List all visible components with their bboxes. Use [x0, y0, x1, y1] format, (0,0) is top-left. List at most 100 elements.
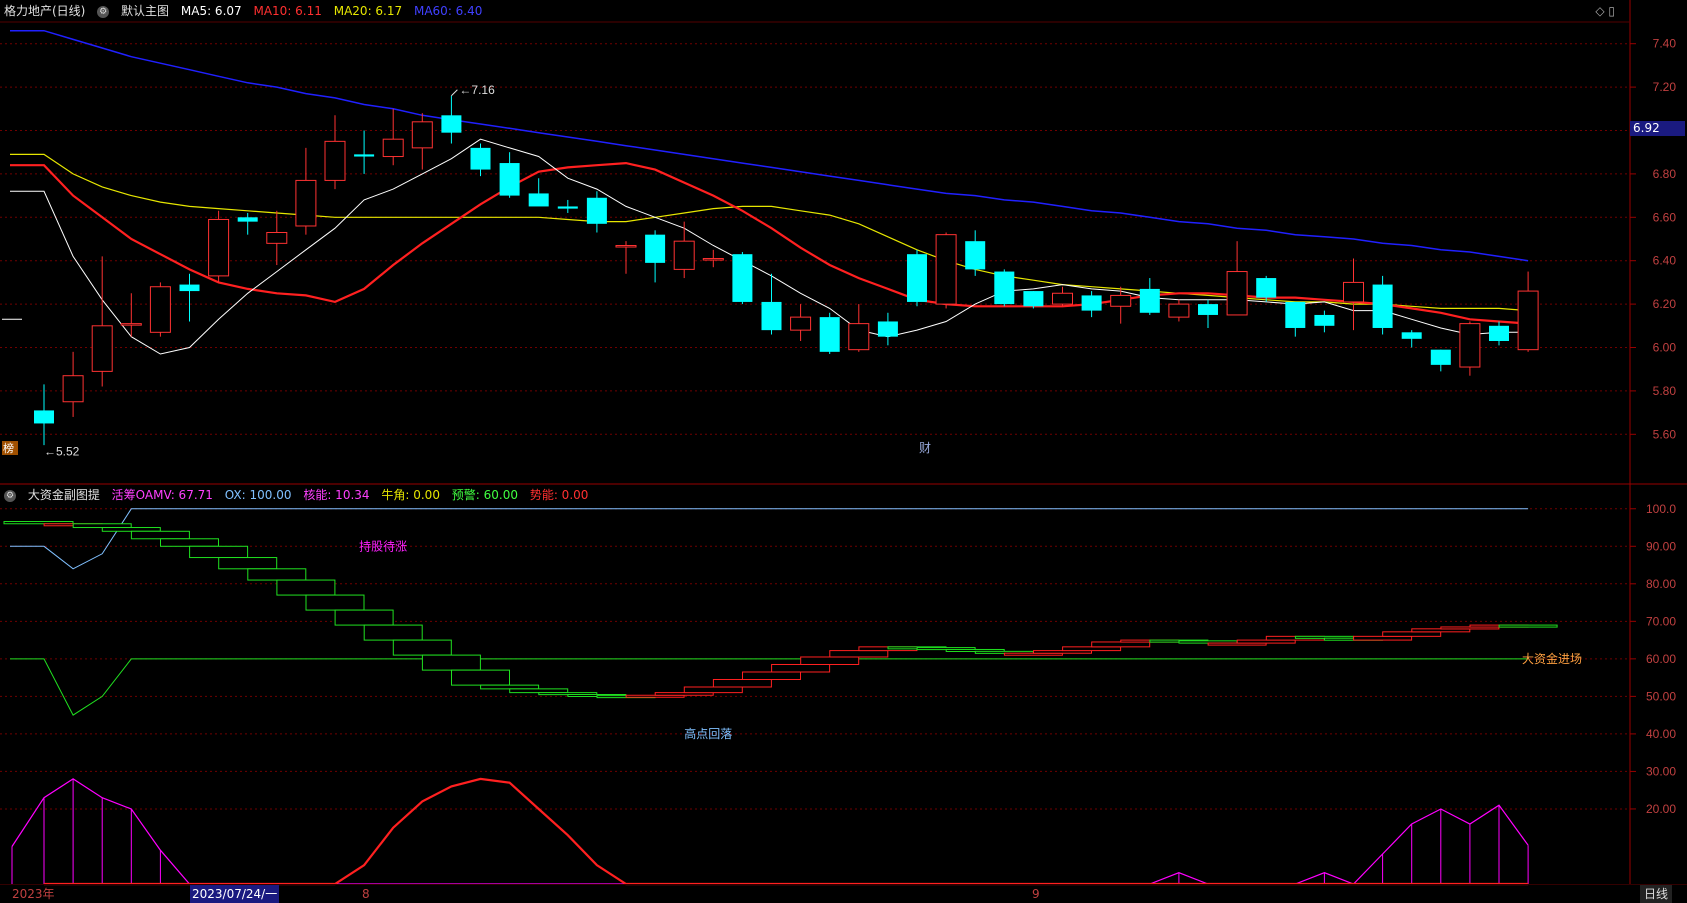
- indicator-tick-label: 50.00: [1646, 689, 1676, 703]
- chart-name[interactable]: 默认主图: [121, 4, 169, 18]
- diamond-icon[interactable]: ◇: [1595, 4, 1604, 18]
- oamv-box-up: [800, 656, 860, 665]
- ma60-label: MA60: 6.40: [413, 4, 483, 18]
- candle-body-up: [91, 325, 113, 372]
- nj-label: 牛角: 0.00: [381, 488, 440, 502]
- oamv-box-up: [712, 678, 772, 688]
- candle-body-up: [848, 323, 870, 351]
- ma5-label: MA5: 6.07: [180, 4, 242, 18]
- price-tick-label: 6.40: [1653, 254, 1677, 268]
- sub-title[interactable]: 大资金副图提: [28, 488, 100, 502]
- candle-body-down: [237, 217, 258, 222]
- oamv-box-down: [189, 545, 249, 559]
- candle-body-up: [1052, 292, 1073, 305]
- candle-body-down: [586, 197, 607, 224]
- settings-icon[interactable]: ⚙: [97, 5, 110, 18]
- high-price-label: ←7.16: [459, 83, 495, 97]
- sub-chart-header: ⚙ 大资金副图提 活筹OAMV: 67.71 OX: 100.00 核能: 10…: [4, 485, 596, 505]
- year-label: 2023年: [12, 887, 55, 901]
- oamv-box-down: [276, 579, 336, 596]
- oamv-box-down: [160, 538, 219, 547]
- oamv-box-up: [829, 650, 889, 658]
- indicator-tick-label: 20.00: [1646, 802, 1676, 816]
- candle-body-up: [149, 286, 171, 333]
- oamv-box-down: [480, 684, 540, 690]
- main-chart-header: 格力地产(日线) ⚙ 默认主图 MA5: 6.07 MA10: 6.11 MA2…: [4, 1, 490, 21]
- price-tick-label: 5.60: [1653, 427, 1677, 441]
- window-icon[interactable]: ▯: [1608, 4, 1615, 18]
- candle-body-down: [179, 284, 200, 292]
- candle-body-down: [1372, 284, 1393, 328]
- candle-body-down: [877, 321, 898, 337]
- high-pointer: [451, 89, 458, 97]
- oamv-box-up: [1353, 635, 1413, 641]
- candle-body-down: [645, 234, 666, 263]
- ox-label: OX: 100.00: [224, 488, 292, 502]
- candle-body-down: [441, 115, 462, 133]
- candle-body-down: [965, 241, 986, 270]
- oamv-box-down: [101, 527, 161, 532]
- indicator-tick-label: 40.00: [1646, 727, 1676, 741]
- oamv-box-up: [1062, 646, 1122, 652]
- price-badge: 6.92: [1630, 121, 1685, 136]
- oamv-box-up: [1382, 631, 1442, 637]
- price-tick-label: 5.80: [1653, 384, 1677, 398]
- chart-canvas[interactable]: 7.407.207.006.806.606.406.206.005.805.60…: [0, 0, 1687, 902]
- candle-body-down: [1401, 332, 1422, 339]
- oamv-box-down: [451, 669, 510, 686]
- month-9-label: 9: [1032, 887, 1040, 901]
- candle-body-down: [499, 163, 520, 196]
- stock-title[interactable]: 格力地产(日线): [4, 4, 85, 18]
- candle-body-up: [1168, 303, 1190, 318]
- indicator-annotation: 持股待涨: [359, 538, 407, 553]
- candle-body-up: [382, 138, 404, 158]
- oamv-box-down: [130, 530, 190, 540]
- candle-body-down: [761, 301, 782, 331]
- oamv-box-down: [334, 609, 394, 626]
- ma20-label: MA20: 6.17: [333, 4, 403, 18]
- candle-body-down: [1139, 288, 1160, 313]
- candle-body-down: [819, 317, 840, 352]
- candle-body-up: [702, 258, 724, 261]
- candle-body-down: [1314, 314, 1335, 326]
- low-price-label: ←5.52: [44, 445, 80, 459]
- candle-body-up: [1459, 323, 1481, 368]
- candle-body-down: [354, 154, 375, 157]
- settings-icon[interactable]: ⚙: [4, 489, 16, 502]
- candle-body-up: [1517, 290, 1539, 351]
- oamv-box-down: [421, 654, 481, 671]
- oamv-box-down: [392, 639, 452, 656]
- indicator-tick-label: 60.00: [1646, 652, 1676, 666]
- candle-body-up: [1110, 294, 1132, 307]
- candle-body-down: [907, 254, 927, 302]
- indicator-tick-label: 100.0: [1646, 502, 1676, 516]
- candle-body-up: [411, 121, 433, 149]
- price-tick-label: 6.60: [1653, 210, 1677, 224]
- candle-body-up: [208, 218, 230, 277]
- oamv-box-down: [72, 523, 132, 529]
- price-tick-label: 7.40: [1653, 37, 1677, 51]
- price-tick-label: 7.20: [1653, 80, 1677, 94]
- month-8-label: 8: [362, 887, 370, 901]
- oamv-box-up: [742, 671, 801, 680]
- indicator-tick-label: 70.00: [1646, 614, 1676, 628]
- rank-marker: 榜: [3, 441, 14, 455]
- sn-label: 势能: 0.00: [529, 488, 589, 502]
- candle-body-down: [1489, 325, 1509, 341]
- candle-body-up: [935, 234, 957, 305]
- period-tab[interactable]: 日线: [1640, 885, 1673, 903]
- candle-body-down: [1430, 349, 1451, 365]
- candle-body-down: [732, 254, 753, 302]
- ma10-line: [10, 161, 1529, 325]
- oamv-box-down: [363, 624, 423, 641]
- candle-body-down: [34, 410, 54, 424]
- momentum-line: [44, 777, 1529, 886]
- price-tick-label: 6.00: [1653, 341, 1677, 355]
- indicator-tick-label: 80.00: [1646, 577, 1676, 591]
- window-controls: ◇ ▯: [1595, 4, 1615, 18]
- candle-body-up: [324, 140, 346, 181]
- cursor-date: 2023/07/24/一: [190, 885, 280, 903]
- energy-line: [11, 778, 1529, 885]
- candle-body-down: [1081, 295, 1102, 311]
- candle-body-up: [120, 323, 142, 326]
